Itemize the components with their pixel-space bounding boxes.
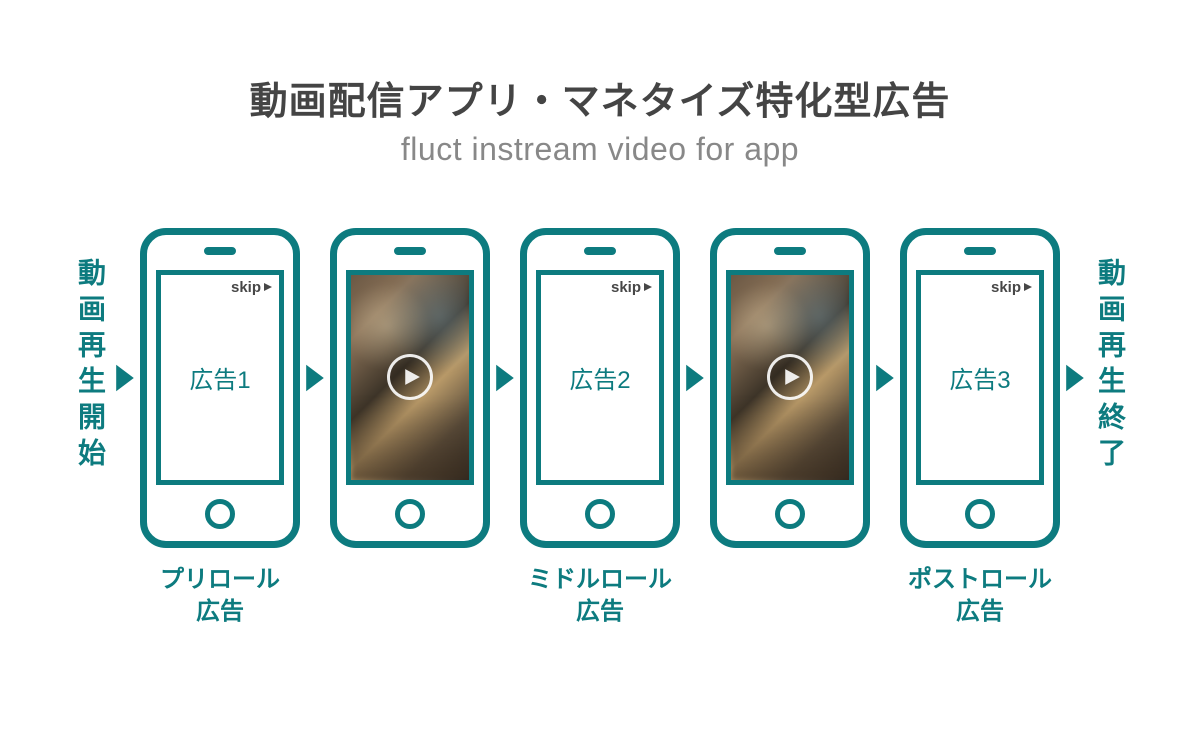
arrow-icon: [110, 228, 140, 548]
phone-speaker-icon: [584, 247, 616, 255]
phone-frame: skip 広告2: [520, 228, 680, 548]
arrow-icon: [1060, 228, 1090, 548]
play-button[interactable]: [387, 354, 433, 400]
label-playback-end: 動画再生終了: [1090, 228, 1130, 548]
phone-frame: skip 広告3: [900, 228, 1060, 548]
phone-screen: skip 広告3: [916, 270, 1044, 485]
skip-label-text: skip: [231, 279, 261, 296]
flow-row: 動画再生開始 skip 広告1 プリロール広告: [70, 228, 1130, 630]
phone-screen-video: [726, 270, 854, 485]
play-triangle-icon: [1023, 282, 1033, 292]
home-button-icon: [205, 499, 235, 529]
phone-frame: [330, 228, 490, 548]
caption-midroll: ミドルロール広告: [528, 564, 672, 629]
skip-button[interactable]: skip: [991, 279, 1033, 296]
home-button-icon: [965, 499, 995, 529]
phone-speaker-icon: [204, 247, 236, 255]
play-triangle-icon: [263, 282, 273, 292]
phone-screen: skip 広告1: [156, 270, 284, 485]
home-button-icon: [585, 499, 615, 529]
arrow-icon: [870, 228, 900, 548]
ad-label: 広告3: [949, 360, 1010, 395]
arrow-icon: [680, 228, 710, 548]
play-triangle-icon: [643, 282, 653, 292]
home-button-icon: [395, 499, 425, 529]
phone-frame: skip 広告1: [140, 228, 300, 548]
arrow-icon: [490, 228, 520, 548]
home-button-icon: [775, 499, 805, 529]
phone-content-1: [330, 228, 490, 630]
title-japanese: 動画配信アプリ・マネタイズ特化型広告: [250, 70, 951, 125]
label-playback-start: 動画再生開始: [70, 228, 110, 548]
phone-content-2: [710, 228, 870, 630]
phone-preroll: skip 広告1 プリロール広告: [140, 228, 300, 629]
phone-speaker-icon: [964, 247, 996, 255]
phone-frame: [710, 228, 870, 548]
phone-postroll: skip 広告3 ポストロール広告: [900, 228, 1060, 629]
phone-midroll: skip 広告2 ミドルロール広告: [520, 228, 680, 629]
arrow-icon: [300, 228, 330, 548]
play-icon: [783, 368, 801, 386]
ad-label: 広告2: [569, 360, 630, 395]
phone-screen: skip 広告2: [536, 270, 664, 485]
skip-label-text: skip: [611, 279, 641, 296]
play-icon: [403, 368, 421, 386]
phone-speaker-icon: [394, 247, 426, 255]
play-button[interactable]: [767, 354, 813, 400]
phone-speaker-icon: [774, 247, 806, 255]
title-block: 動画配信アプリ・マネタイズ特化型広告 fluct instream video …: [250, 70, 951, 168]
skip-button[interactable]: skip: [231, 279, 273, 296]
skip-button[interactable]: skip: [611, 279, 653, 296]
phone-screen-video: [346, 270, 474, 485]
ad-label: 広告1: [189, 360, 250, 395]
caption-postroll: ポストロール広告: [908, 564, 1052, 629]
caption-preroll: プリロール広告: [160, 564, 280, 629]
title-english: fluct instream video for app: [250, 131, 951, 168]
skip-label-text: skip: [991, 279, 1021, 296]
